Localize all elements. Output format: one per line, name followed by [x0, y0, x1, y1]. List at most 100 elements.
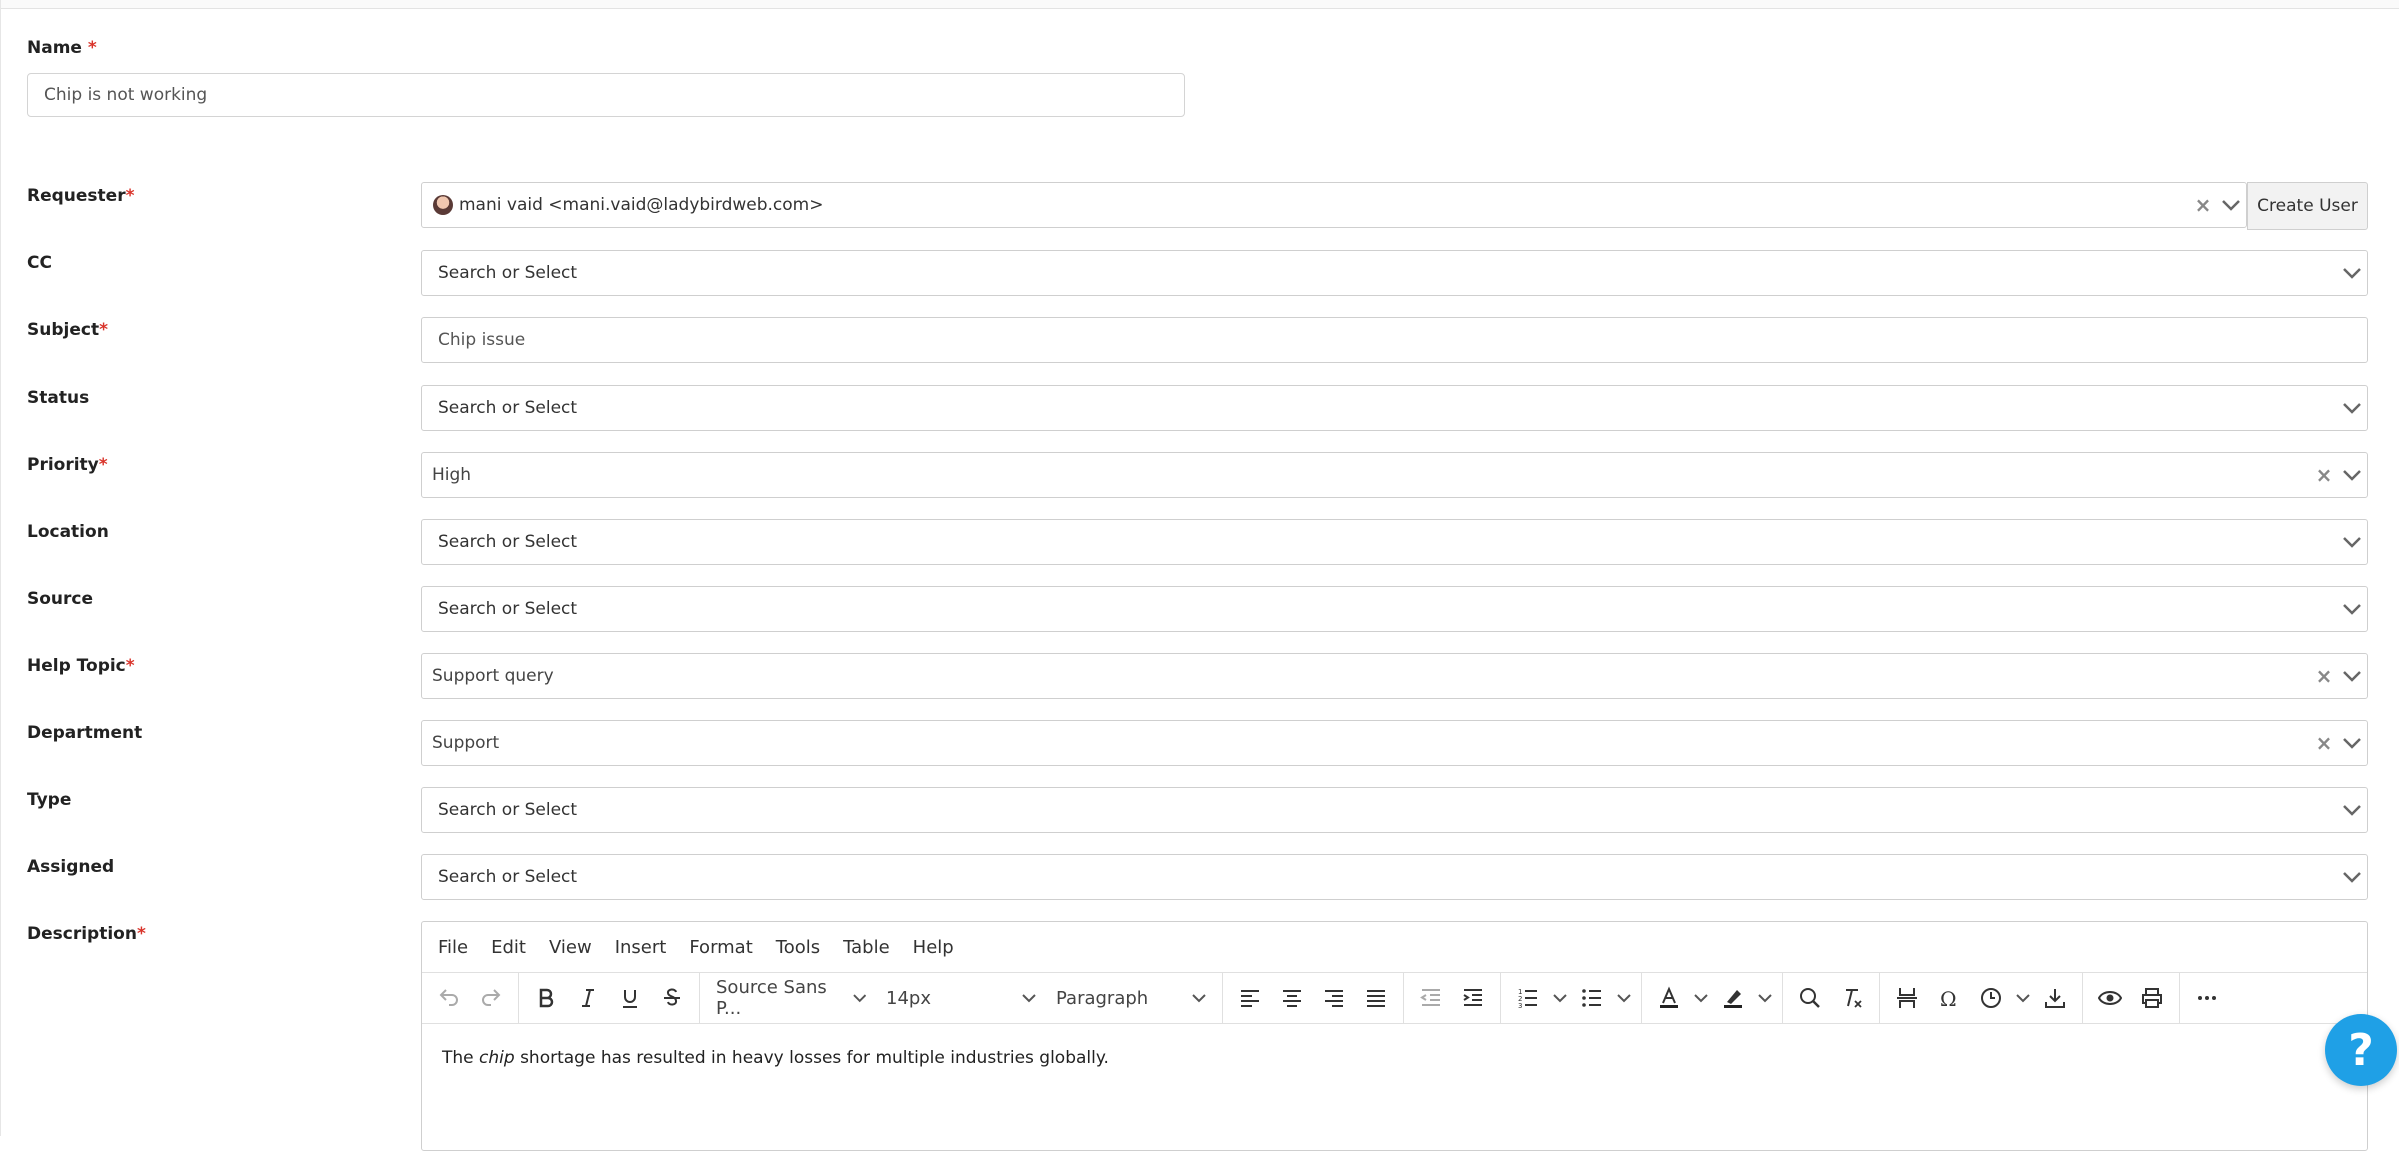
menu-help[interactable]: Help [913, 937, 954, 958]
cc-label: CC [27, 253, 52, 273]
chevron-down-icon[interactable] [2337, 870, 2367, 884]
requester-avatar [433, 195, 453, 215]
department-label: Department [27, 723, 143, 743]
name-value: Chip is not working [44, 85, 208, 105]
department-select[interactable]: Support × [421, 720, 2368, 766]
type-placeholder: Search or Select [438, 800, 578, 820]
clear-icon[interactable]: × [2190, 193, 2216, 217]
source-select[interactable]: Search or Select [421, 586, 2368, 632]
editor-content[interactable]: The chip shortage has resulted in heavy … [422, 1024, 2367, 1092]
assigned-select[interactable]: Search or Select [421, 854, 2368, 900]
strikethrough-icon[interactable] [651, 977, 693, 1019]
page-break-icon[interactable] [1886, 977, 1928, 1019]
chevron-down-icon [1022, 994, 1036, 1003]
special-character-icon[interactable]: Ω [1928, 977, 1970, 1019]
source-label: Source [27, 589, 94, 609]
location-label: Location [27, 522, 109, 542]
align-right-icon[interactable] [1313, 977, 1355, 1019]
upload-icon[interactable] [2034, 977, 2076, 1019]
clear-formatting-icon[interactable] [1831, 977, 1873, 1019]
preview-eye-icon[interactable] [2089, 977, 2131, 1019]
cc-select[interactable]: Search or Select [421, 250, 2368, 296]
text-color-icon[interactable] [1648, 977, 1690, 1019]
description-label: Description* [27, 924, 146, 944]
block-format-select[interactable]: Paragraph [1046, 973, 1216, 1023]
clear-icon[interactable]: × [2311, 463, 2337, 487]
font-size-value: 14px [886, 987, 931, 1009]
priority-select[interactable]: High × [421, 452, 2368, 498]
svg-text:3: 3 [1518, 1002, 1522, 1010]
requester-value: mani vaid <mani.vaid@ladybirdweb.com> [459, 195, 824, 215]
menu-insert[interactable]: Insert [615, 937, 667, 958]
requester-select[interactable]: mani vaid <mani.vaid@ladybirdweb.com> × [421, 182, 2247, 228]
chevron-down-icon[interactable] [2337, 401, 2367, 415]
chevron-down-icon[interactable] [2337, 736, 2367, 750]
location-select[interactable]: Search or Select [421, 519, 2368, 565]
menu-table[interactable]: Table [843, 937, 890, 958]
left-divider [0, 0, 1, 1136]
help-button[interactable]: ? [2325, 1014, 2397, 1086]
align-left-icon[interactable] [1229, 977, 1271, 1019]
menu-format[interactable]: Format [689, 937, 752, 958]
font-family-value: Source Sans P... [716, 977, 827, 1019]
chevron-down-icon[interactable] [1549, 977, 1571, 1019]
font-family-select[interactable]: Source Sans P... [706, 973, 876, 1023]
italic-icon[interactable] [567, 977, 609, 1019]
chevron-down-icon[interactable] [1754, 977, 1776, 1019]
help-topic-value: Support query [432, 666, 554, 686]
status-placeholder: Search or Select [438, 398, 578, 418]
outdent-icon[interactable] [1410, 977, 1452, 1019]
align-center-icon[interactable] [1271, 977, 1313, 1019]
requester-label: Requester* [27, 186, 135, 206]
name-input[interactable]: Chip is not working [27, 73, 1185, 117]
undo-icon[interactable] [428, 977, 470, 1019]
source-placeholder: Search or Select [438, 599, 578, 619]
numbered-list-icon[interactable]: 123 [1507, 977, 1549, 1019]
menu-file[interactable]: File [438, 937, 468, 958]
redo-icon[interactable] [470, 977, 512, 1019]
menu-view[interactable]: View [549, 937, 592, 958]
print-icon[interactable] [2131, 977, 2173, 1019]
bold-icon[interactable] [525, 977, 567, 1019]
font-size-select[interactable]: 14px [876, 973, 1046, 1023]
search-icon[interactable] [1789, 977, 1831, 1019]
chevron-down-icon[interactable] [2337, 535, 2367, 549]
editor-menubar: File Edit View Insert Format Tools Table… [422, 922, 2367, 973]
location-placeholder: Search or Select [438, 532, 578, 552]
align-justify-icon[interactable] [1355, 977, 1397, 1019]
create-user-button[interactable]: Create User [2247, 182, 2368, 230]
question-mark-icon: ? [2348, 1024, 2374, 1076]
type-select[interactable]: Search or Select [421, 787, 2368, 833]
chevron-down-icon[interactable] [2337, 602, 2367, 616]
chevron-down-icon[interactable] [1690, 977, 1712, 1019]
type-label: Type [27, 790, 72, 810]
subject-input[interactable]: Chip issue [421, 317, 2368, 363]
chevron-down-icon[interactable] [2216, 198, 2246, 212]
chevron-down-icon [852, 994, 866, 1003]
highlight-color-icon[interactable] [1712, 977, 1754, 1019]
menu-tools[interactable]: Tools [776, 937, 820, 958]
indent-icon[interactable] [1452, 977, 1494, 1019]
content-text: shortage has resulted in heavy losses fo… [514, 1048, 1109, 1068]
help-topic-select[interactable]: Support query × [421, 653, 2368, 699]
chevron-down-icon[interactable] [2337, 468, 2367, 482]
priority-value: High [432, 465, 472, 485]
status-select[interactable]: Search or Select [421, 385, 2368, 431]
chevron-down-icon[interactable] [1613, 977, 1635, 1019]
underline-icon[interactable] [609, 977, 651, 1019]
chevron-down-icon[interactable] [2012, 977, 2034, 1019]
status-label: Status [27, 388, 90, 408]
chevron-down-icon[interactable] [2337, 669, 2367, 683]
chevron-down-icon[interactable] [2337, 266, 2367, 280]
department-value: Support [432, 733, 500, 753]
clear-icon[interactable]: × [2311, 664, 2337, 688]
description-editor[interactable]: File Edit View Insert Format Tools Table… [421, 921, 2368, 1151]
chevron-down-icon[interactable] [2337, 803, 2367, 817]
clock-icon[interactable] [1970, 977, 2012, 1019]
menu-edit[interactable]: Edit [491, 937, 526, 958]
chevron-down-icon [1192, 994, 1206, 1003]
more-options-icon[interactable] [2186, 977, 2228, 1019]
editor-toolbar: Source Sans P... 14px Paragraph 123 Ω [422, 973, 2367, 1024]
bullet-list-icon[interactable] [1571, 977, 1613, 1019]
clear-icon[interactable]: × [2311, 731, 2337, 755]
